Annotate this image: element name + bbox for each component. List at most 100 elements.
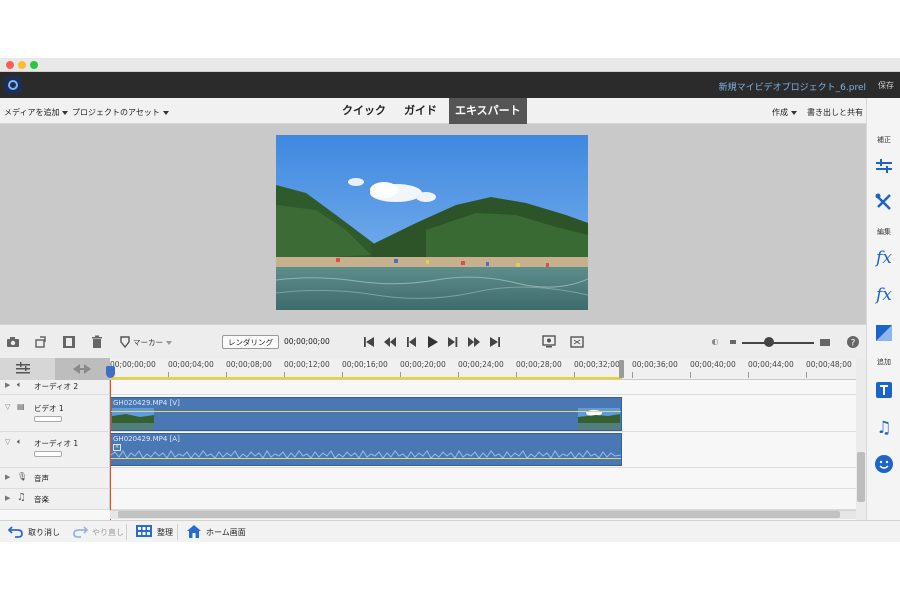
text-icon[interactable] <box>874 380 894 400</box>
home-screen-button[interactable]: ホーム画面 <box>206 527 246 538</box>
tab-guided[interactable]: ガイド <box>398 98 443 124</box>
video-preview[interactable] <box>276 135 588 310</box>
organizer-button[interactable]: 整理 <box>157 527 173 538</box>
timeline-panel: 00;00;00;00 00;00;04;00 00;00;08;00 00;0… <box>0 358 866 520</box>
rotate-icon[interactable] <box>34 335 48 349</box>
organizer-icon[interactable] <box>135 524 153 542</box>
save-button[interactable]: 保存 <box>878 80 894 91</box>
view-toggle-icon[interactable]: ◐ <box>708 335 722 349</box>
collapse-triangle-icon[interactable]: ▽ <box>5 403 10 411</box>
zoom-out-icon[interactable] <box>726 335 740 349</box>
undo-button[interactable]: 取り消し <box>28 527 60 538</box>
step-forward-icon[interactable] <box>446 335 460 349</box>
speaker-icon[interactable]: 🔈︎ <box>17 437 22 447</box>
speaker-icon[interactable]: 🔈︎ <box>17 380 22 390</box>
redo-icon[interactable] <box>72 524 89 542</box>
graphics-smiley-icon[interactable] <box>874 454 894 474</box>
chevron-down-icon <box>162 110 169 115</box>
step-back-icon[interactable] <box>404 335 418 349</box>
camera-icon[interactable] <box>6 335 20 349</box>
divider <box>126 524 127 540</box>
ruler-tick-label: 00;00;40;00 <box>690 360 736 369</box>
close-window-button[interactable] <box>6 61 14 69</box>
home-icon[interactable] <box>186 524 202 543</box>
bottom-bar: 取り消し やり直し 整理 ホーム画面 <box>0 520 900 542</box>
adjust-sliders-icon[interactable] <box>874 156 894 176</box>
track-name: ビデオ 1 <box>34 404 64 413</box>
zoom-slider-handle[interactable] <box>764 337 774 347</box>
project-assets-menu[interactable]: プロジェクトのアセット <box>72 107 169 118</box>
opacity-line[interactable] <box>111 411 621 412</box>
playhead-handle[interactable] <box>106 366 115 378</box>
project-name: 新規マイビデオプロジェクト_6.prel <box>718 83 866 93</box>
audio-clip[interactable]: GH020429.MP4 [A] × <box>110 433 622 466</box>
playhead-line[interactable] <box>110 380 111 520</box>
track-header: ▶ 🎙︎ 音声 <box>0 468 110 488</box>
zoom-window-button[interactable] <box>30 61 38 69</box>
keyframe-controls[interactable] <box>34 451 62 457</box>
work-area-bar[interactable] <box>110 377 622 379</box>
ruler-tick-label: 00;00;00;00 <box>110 360 156 369</box>
create-menu[interactable]: 作成 <box>772 107 797 118</box>
play-icon[interactable] <box>425 335 439 349</box>
render-button[interactable]: レンダリング <box>222 335 279 349</box>
clip-monitor-icon[interactable] <box>62 335 76 349</box>
ruler-tick-label: 00;00;44;00 <box>748 360 794 369</box>
zoom-slider-track[interactable] <box>742 342 814 344</box>
keyframe-controls[interactable] <box>34 416 62 422</box>
fx-icon[interactable]: fx <box>874 285 894 305</box>
transitions-icon[interactable] <box>874 323 894 343</box>
undo-icon[interactable] <box>7 524 24 542</box>
fx-badge-icon: × <box>113 444 121 451</box>
app-logo-icon[interactable] <box>4 76 22 94</box>
microphone-icon[interactable]: 🎙︎ <box>17 472 27 481</box>
film-icon[interactable]: ▤ <box>17 402 25 411</box>
track-header: ▶ 🔈︎ オーディオ 2 <box>0 380 110 394</box>
go-to-end-icon[interactable] <box>488 335 502 349</box>
ruler-tick-label: 00;00;08;00 <box>226 360 272 369</box>
ruler-tick-label: 00;00;16;00 <box>342 360 388 369</box>
right-panel: 補正 編集 fx fx 追加 ♫ <box>866 98 900 520</box>
smart-mix-button[interactable] <box>55 358 110 380</box>
add-media-menu[interactable]: メディアを追加 <box>4 107 69 118</box>
horizontal-scrollbar-thumb[interactable] <box>118 511 840 518</box>
music-note-icon[interactable]: ♫ <box>17 492 26 503</box>
tools-icon[interactable] <box>874 192 894 212</box>
ruler-tick-label: 00;00;32;00 <box>574 360 620 369</box>
adjust-section-label: 補正 <box>877 136 891 144</box>
rewind-icon[interactable] <box>383 335 397 349</box>
collapse-triangle-icon[interactable]: ▽ <box>5 438 10 446</box>
go-to-start-icon[interactable] <box>362 335 376 349</box>
tab-quick[interactable]: クイック <box>336 98 392 124</box>
music-icon[interactable]: ♫ <box>874 418 894 438</box>
expand-triangle-icon[interactable]: ▶ <box>5 381 10 389</box>
work-area-end-handle[interactable] <box>619 360 624 378</box>
track-options-icon[interactable] <box>14 361 32 381</box>
expand-triangle-icon[interactable]: ▶ <box>5 494 10 502</box>
chevron-down-icon <box>166 341 172 345</box>
tab-expert[interactable]: エキスパート <box>449 98 527 124</box>
track-audio-1: ▽ 🔈︎ オーディオ 1 GH020429.MP4 [A] × <box>0 432 856 468</box>
fast-forward-icon[interactable] <box>467 335 481 349</box>
fullscreen-icon[interactable] <box>570 335 584 349</box>
track-name: オーディオ 1 <box>34 439 79 448</box>
create-label: 作成 <box>772 108 788 117</box>
help-icon[interactable]: ? <box>846 335 860 349</box>
beach-scene-image <box>276 135 588 310</box>
monitor-settings-icon[interactable] <box>542 335 556 349</box>
export-share-button[interactable]: 書き出しと共有 <box>807 107 863 118</box>
expand-triangle-icon[interactable]: ▶ <box>5 473 10 481</box>
marker-icon[interactable] <box>118 336 132 350</box>
track-narration: ▶ 🎙︎ 音声 <box>0 468 856 489</box>
minimize-window-button[interactable] <box>18 61 26 69</box>
video-clip[interactable]: GH020429.MP4 [V] <box>110 397 622 431</box>
marker-label[interactable]: マーカー <box>133 337 172 348</box>
trash-icon[interactable] <box>90 335 104 349</box>
zoom-in-icon[interactable] <box>818 335 832 349</box>
timecode-display[interactable]: 00;00;00;00 <box>284 337 330 346</box>
svg-text:?: ? <box>851 339 856 349</box>
redo-button[interactable]: やり直し <box>92 527 124 538</box>
applied-fx-icon[interactable]: fx <box>874 248 894 268</box>
monitor-panel <box>0 124 866 324</box>
vertical-scrollbar-thumb[interactable] <box>857 452 865 502</box>
